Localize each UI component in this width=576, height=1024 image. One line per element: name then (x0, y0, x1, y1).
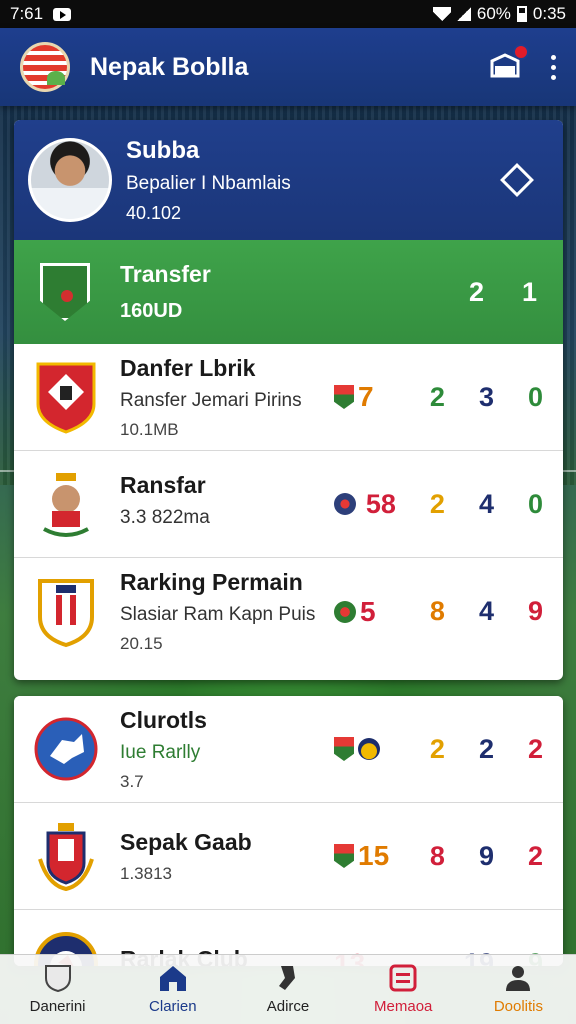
nav-item-memaoa[interactable]: Memaoa (346, 955, 461, 1024)
nav-item-adirce[interactable]: Adirce (230, 955, 345, 1024)
status-bar: 7:61 60% 0:35 (0, 0, 576, 28)
list-item[interactable]: Clurotls Iue Rarlly 3.7 2 2 2 (14, 696, 563, 803)
home-icon (159, 966, 186, 991)
club-crest-icon (36, 362, 96, 434)
row-stat: 9 (478, 840, 494, 871)
row-stat: 4 (478, 596, 494, 626)
row-lead-score: 5 (360, 595, 376, 627)
row-stat: 0 (527, 381, 543, 412)
nav-label: Memaoa (374, 998, 433, 1015)
club-crest-icon (43, 473, 89, 537)
row-title: Rarking Permain (120, 569, 303, 595)
row-title: Ransfar (120, 471, 206, 498)
list-item[interactable]: Sepak Gaab 1.3813 15 8 9 2 (14, 803, 563, 910)
youtube-notification-icon (53, 7, 72, 21)
club-badge-icon (358, 738, 380, 760)
battery-icon (516, 6, 527, 22)
row-title: Danfer Lbrik (120, 354, 256, 381)
diamond-icon[interactable] (500, 163, 534, 197)
player-avatar (28, 138, 112, 222)
nav-item-danerini[interactable]: Danerini (0, 955, 115, 1024)
profile-header[interactable]: Subba Bepalier I Nbamlais 40.102 (14, 120, 563, 240)
shield-icon (44, 965, 71, 992)
status-clock: 0:35 (532, 4, 566, 23)
row-lead-score: 7 (358, 381, 374, 412)
row-subtitle: Ransfer Jemari Pirins (120, 389, 302, 411)
flag-icon (334, 844, 354, 868)
club-crest-icon (38, 823, 94, 892)
list-item[interactable]: Ransfar 3.3 822ma 58 2 4 0 (14, 451, 563, 558)
battery-percent: 60% (476, 4, 511, 23)
flag-icon (334, 385, 354, 409)
row-title: Sepak Gaab (120, 828, 252, 855)
row-stat: 4 (478, 488, 494, 519)
club-shield-icon (40, 263, 90, 321)
row-stat: 2 (429, 381, 445, 412)
club-crest-icon (34, 717, 98, 781)
profile-icon (506, 966, 531, 991)
row-stat: 2 (429, 733, 445, 764)
row-value: 10.1MB (120, 419, 179, 439)
row-stat: 2 (478, 733, 494, 764)
notification-button[interactable] (489, 44, 529, 82)
club-badge-icon (334, 600, 356, 623)
clubs-card: Clurotls Iue Rarlly 3.7 2 2 2 Sepak Gaab… (14, 696, 563, 966)
transfer-title: Transfer (120, 261, 211, 287)
row-stat: 8 (429, 596, 445, 626)
list-item[interactable]: Danfer Lbrik Ransfer Jemari Pirins 10.1M… (14, 344, 563, 451)
wifi-icon (432, 7, 451, 21)
app-bar: Nepak Boblla (0, 28, 576, 106)
app-logo[interactable] (20, 42, 70, 92)
flag-icon (334, 737, 354, 761)
nav-label: Danerini (29, 998, 86, 1015)
row-stat: 2 (429, 488, 445, 519)
row-stat: 9 (527, 596, 543, 626)
app-title: Nepak Boblla (90, 52, 249, 81)
row-subtitle: Slasiar Ram Kapn Puis (120, 604, 316, 625)
row-value: 3.7 (120, 771, 144, 791)
row-title: Clurotls (120, 706, 207, 733)
row-stat: 2 (527, 840, 543, 871)
nav-label: Adirce (266, 998, 310, 1015)
row-stat: 3 (478, 381, 494, 412)
row-value: 1.3813 (120, 863, 172, 883)
row-lead-score: 15 (358, 840, 390, 871)
list-item[interactable]: Rarking Permain Slasiar Ram Kapn Puis 20… (14, 558, 563, 665)
player-value: 40.102 (126, 202, 182, 223)
boot-icon (279, 966, 295, 990)
row-subtitle: Iue Rarlly (120, 741, 201, 763)
club-crest-icon (38, 578, 94, 647)
row-subtitle: 3.3 822ma (120, 506, 210, 528)
signal-icon (456, 7, 471, 21)
main-card: Subba Bepalier I Nbamlais 40.102 Transfe… (14, 120, 563, 680)
row-stat: 8 (429, 840, 445, 871)
status-time: 7:61 (10, 4, 44, 23)
row-stat: 0 (527, 488, 543, 519)
player-subtitle: Bepalier I Nbamlais (126, 172, 291, 194)
nav-item-clarien[interactable]: Clarien (115, 955, 230, 1024)
notification-badge (513, 44, 529, 60)
transfer-score: 2 (468, 276, 484, 307)
row-stat: 2 (527, 733, 543, 764)
transfer-value: 160UD (120, 300, 183, 322)
transfer-banner[interactable]: Transfer 160UD 2 1 (14, 240, 563, 344)
row-lead-score: 58 (365, 488, 396, 519)
bottom-navigation: Danerini Clarien Adirce Memaoa Doolitis (0, 954, 576, 1024)
nav-label: Clarien (149, 998, 197, 1015)
transfer-score: 1 (521, 276, 537, 307)
club-badge-icon (334, 493, 356, 515)
menu-list-icon (389, 964, 417, 992)
nav-label: Doolitis (493, 998, 543, 1015)
player-name: Subba (126, 136, 200, 164)
nav-item-doolitis[interactable]: Doolitis (461, 955, 576, 1024)
row-value: 20.15 (120, 634, 163, 653)
overflow-menu-button[interactable] (551, 54, 556, 80)
